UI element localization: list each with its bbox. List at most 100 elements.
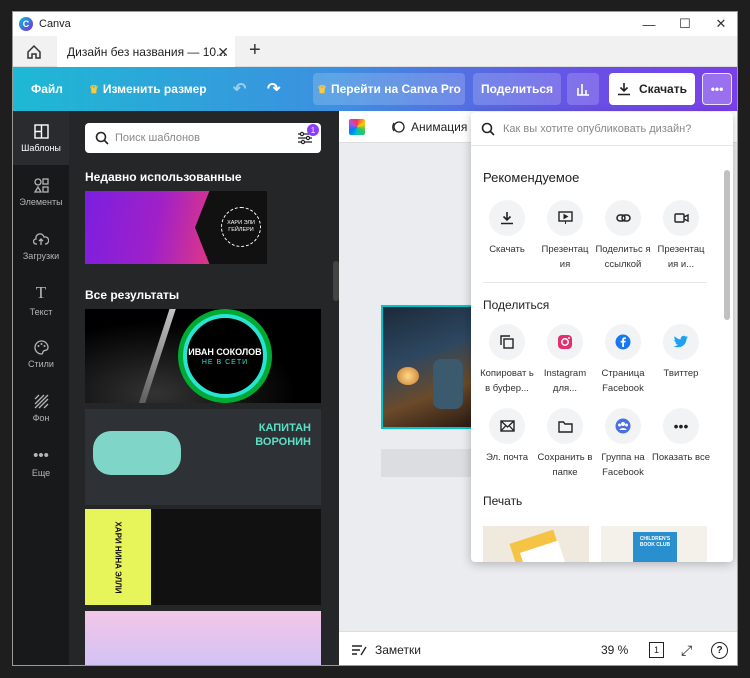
close-window-button[interactable]: ✕ (703, 12, 737, 36)
home-icon (27, 44, 41, 59)
color-picker-icon[interactable] (349, 119, 365, 135)
option-instagram[interactable]: Instagram для... (535, 324, 595, 396)
notes-button[interactable]: Заметки (351, 632, 421, 665)
more-button[interactable]: ••• (702, 73, 732, 105)
option-save-folder[interactable]: Сохранить в папке (535, 408, 595, 480)
filter-count-badge: 1 (307, 124, 319, 136)
template-2-line1: КАПИТАН (258, 422, 311, 434)
yellow-block: ХАРИ НИНА ЭЛЛИ (85, 509, 151, 605)
option-present[interactable]: Презентац ия (535, 200, 595, 272)
rail-item-text[interactable]: T Текст (13, 273, 69, 327)
new-tab-button[interactable]: + (249, 39, 269, 62)
canva-logo-icon: C (19, 17, 33, 31)
option-copy-clipboard[interactable]: Копироват ь в буфер... (477, 324, 537, 396)
app-title: Canva (39, 18, 71, 30)
option-label: Презентац ия и... (657, 244, 705, 270)
rail-item-styles[interactable]: Стили (13, 327, 69, 381)
redo-icon[interactable]: ↷ (267, 67, 280, 111)
template-thumbnail-1[interactable]: ИВАН СОКОЛОВ НЕ В СЕТИ (85, 309, 321, 403)
rail-item-uploads[interactable]: Загрузки (13, 219, 69, 273)
templates-icon (33, 123, 49, 139)
section-divider (483, 282, 707, 283)
editor-toolbar: Файл ♛ Изменить размер ↶ ↷ ♛ Перейти на … (13, 67, 737, 111)
option-label: Копироват ь в буфер... (480, 368, 534, 394)
option-label: Эл. почта (485, 452, 529, 463)
option-facebook-group[interactable]: Группа на Facebook (593, 408, 653, 480)
document-tab[interactable]: Дизайн без названия — 10... ✕ (57, 36, 235, 67)
rail-item-background[interactable]: Фон (13, 381, 69, 435)
animation-button[interactable]: Анимация (391, 111, 467, 143)
option-show-all[interactable]: ••• Показать все (651, 408, 711, 465)
search-icon (95, 131, 109, 145)
download-label: Скачать (639, 82, 687, 96)
insights-button[interactable] (567, 73, 599, 105)
tab-title: Дизайн без названия — 10... (67, 44, 227, 59)
print-card-business[interactable] (483, 526, 589, 562)
print-section-title: Печать (483, 494, 523, 508)
dropdown-scroll-thumb[interactable] (724, 170, 730, 320)
elements-icon (33, 177, 49, 193)
tab-close-icon[interactable]: ✕ (217, 44, 229, 61)
template-thumbnail-4[interactable] (85, 611, 321, 665)
print-card-book[interactable]: CHILDREN'S BOOK CLUB (601, 526, 707, 562)
help-button[interactable]: ? (711, 632, 728, 665)
template-2-title: КАПИТАН ВОРОНИН (235, 421, 311, 449)
background-icon (34, 394, 48, 408)
side-rail: Шаблоны Элементы Загрузки T Текст Стили … (13, 111, 69, 665)
rail-label: Элементы (19, 196, 63, 207)
recent-template-thumbnail[interactable]: ХАРИ ЭЛИ ГЕЙЛЕРИ (85, 191, 267, 264)
option-label: Instagram для... (543, 368, 587, 394)
download-icon (618, 83, 631, 96)
share-button[interactable]: Поделиться (473, 73, 561, 105)
email-icon (489, 408, 525, 444)
notes-icon (352, 645, 367, 656)
dropdown-scrollbar[interactable] (723, 158, 731, 558)
template-thumbnail-3[interactable]: ХАРИ НИНА ЭЛЛИ (85, 509, 321, 605)
tab-bar: Дизайн без названия — 10... ✕ + (13, 36, 737, 67)
design-page-thumbnail[interactable] (381, 305, 473, 429)
neon-ring: ИВАН СОКОЛОВ НЕ В СЕТИ (183, 314, 267, 398)
publish-search-box[interactable]: Как вы хотите опубликовать дизайн? (471, 112, 733, 146)
rail-item-templates[interactable]: Шаблоны (13, 111, 69, 165)
more-dots-icon: ••• (663, 408, 699, 444)
template-1-title: ИВАН СОКОЛОВ (188, 346, 262, 357)
bar-chart-icon (577, 84, 589, 96)
home-button[interactable] (21, 40, 47, 64)
option-share-link[interactable]: Поделитьс я ссылкой (593, 200, 653, 272)
option-twitter[interactable]: Твиттер (651, 324, 711, 381)
option-email[interactable]: Эл. почта (477, 408, 537, 465)
rail-item-elements[interactable]: Элементы (13, 165, 69, 219)
gamepad-shape (93, 431, 181, 475)
download-button[interactable]: Скачать (609, 73, 695, 105)
maximize-button[interactable]: ☐ (667, 12, 703, 36)
cloud-upload-icon (33, 232, 49, 245)
canva-pro-button[interactable]: ♛ Перейти на Canva Pro (313, 73, 465, 105)
book-cover-text: CHILDREN'S BOOK CLUB (633, 532, 677, 562)
option-label: Сохранить в папке (537, 452, 593, 478)
template-search-box[interactable]: Поиск шаблонов 1 (85, 123, 321, 153)
rail-label: Шаблоны (21, 142, 61, 153)
share-section-title: Поделиться (483, 298, 550, 312)
file-menu[interactable]: Файл (31, 67, 63, 111)
option-label: Твиттер (663, 368, 699, 379)
add-page-strip[interactable] (381, 449, 473, 477)
page-count: 1 (649, 642, 664, 658)
undo-icon[interactable]: ↶ (233, 67, 246, 111)
help-icon: ? (711, 641, 728, 659)
zoom-level[interactable]: 39 % (601, 632, 628, 665)
recommended-title: Рекомендуемое (483, 170, 580, 185)
search-icon (481, 122, 495, 136)
link-icon (605, 200, 641, 236)
minimize-button[interactable]: — (631, 12, 667, 36)
option-download[interactable]: Скачать (477, 200, 537, 257)
template-thumbnail-2[interactable]: КАПИТАН ВОРОНИН (85, 409, 321, 505)
option-label: Поделитьс я ссылкой (595, 244, 651, 270)
fullscreen-icon[interactable]: ⤢ (681, 632, 692, 665)
recent-section-title: Недавно использованные (85, 170, 242, 184)
resize-button[interactable]: ♛ Изменить размер (89, 67, 207, 111)
page-count-button[interactable]: 1 (649, 632, 664, 665)
rail-item-more[interactable]: ••• Еще (13, 435, 69, 489)
option-facebook-page[interactable]: Страница Facebook (593, 324, 653, 396)
option-present-record[interactable]: Презентац ия и... (651, 200, 711, 272)
window-controls: — ☐ ✕ (631, 12, 737, 36)
